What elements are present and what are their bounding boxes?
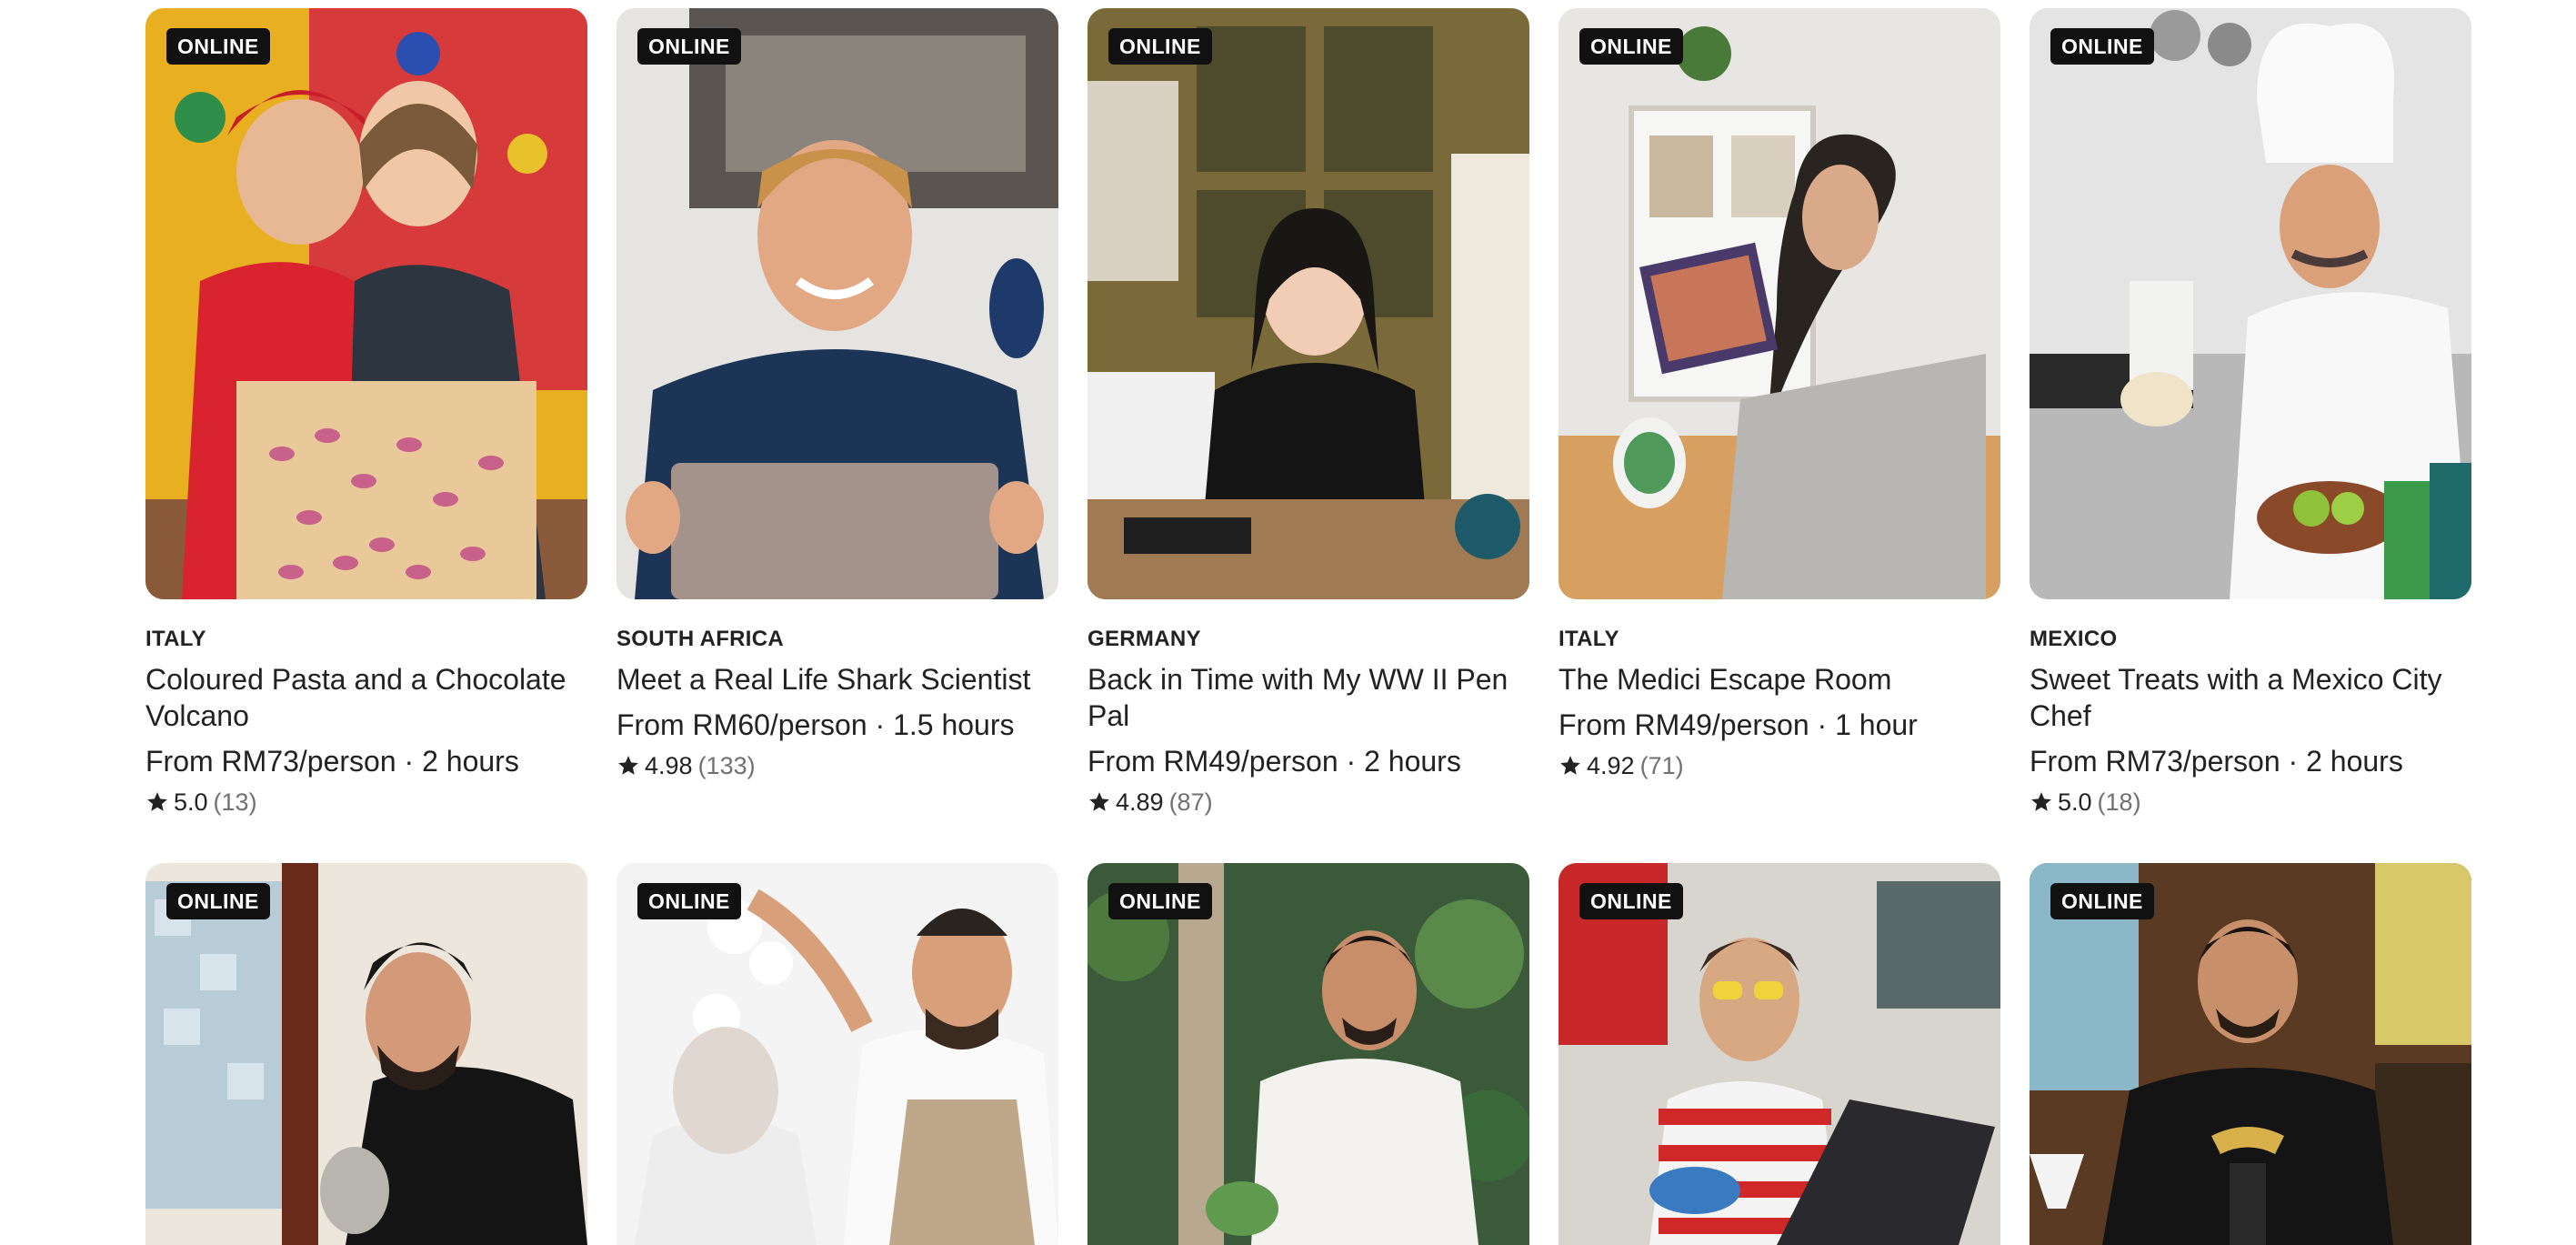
- experience-card[interactable]: ONLINE: [2030, 863, 2471, 1245]
- experience-card[interactable]: ONLINE ITALY The Medici Escape Room From…: [1559, 8, 2000, 818]
- woman-with-painting-image: [1559, 8, 2000, 599]
- experience-title[interactable]: Meet a Real Life Shark Scientist: [616, 661, 1058, 698]
- experience-rating: 5.0 (18): [2030, 787, 2471, 818]
- experience-country: ITALY: [1559, 627, 1619, 651]
- experience-photo[interactable]: ONLINE: [616, 8, 1058, 599]
- star-icon: [1089, 792, 1109, 811]
- star-icon: [1560, 756, 1580, 775]
- experience-card[interactable]: ONLINE MEXICO Sweet Treats with a Mexico…: [2030, 8, 2471, 818]
- review-count: (133): [697, 752, 756, 779]
- experience-price: From RM49/person · 1 hour: [1559, 708, 1918, 741]
- rating-score: 5.0: [174, 788, 208, 816]
- experience-country: SOUTH AFRICA: [616, 627, 785, 651]
- online-badge: ONLINE: [1108, 883, 1212, 919]
- experience-title[interactable]: Back in Time with My WW II Pen Pal: [1088, 661, 1529, 734]
- barista-pour-over-image: [2030, 863, 2471, 1245]
- bakers-with-flour-image: [616, 863, 1058, 1245]
- star-icon: [2031, 792, 2051, 811]
- experience-price: From RM73/person · 2 hours: [145, 745, 519, 778]
- experience-card[interactable]: ONLINE GERMANY Back in Time with My WW I…: [1088, 8, 1529, 818]
- experience-photo[interactable]: ONLINE: [1088, 863, 1529, 1245]
- online-badge: ONLINE: [166, 883, 270, 919]
- experience-rating: 4.98 (133): [616, 750, 1058, 781]
- woman-in-kitchen-image: [1088, 8, 1529, 599]
- experience-title[interactable]: Sweet Treats with a Mexico City Chef: [2030, 661, 2471, 734]
- experience-card[interactable]: ONLINE: [1559, 863, 2000, 1245]
- experience-rating: 4.92 (71): [1559, 750, 2000, 781]
- rating-score: 4.92: [1587, 752, 1635, 779]
- online-badge: ONLINE: [637, 883, 741, 919]
- pasta-chefs-image: [145, 8, 587, 599]
- chef-cooking-image: [2030, 8, 2471, 599]
- review-count: (13): [213, 788, 257, 816]
- experience-country: GERMANY: [1088, 627, 1201, 651]
- experience-photo[interactable]: ONLINE: [1088, 8, 1529, 599]
- review-count: (87): [1168, 788, 1213, 816]
- man-with-laptop-image: [616, 8, 1058, 599]
- online-badge: ONLINE: [2050, 883, 2154, 919]
- man-pouring-coffee-image: [145, 863, 587, 1245]
- experience-card[interactable]: ONLINE: [616, 863, 1058, 1245]
- experience-rating: 5.0 (13): [145, 787, 587, 818]
- experience-title[interactable]: The Medici Escape Room: [1559, 661, 2000, 698]
- experience-card[interactable]: ONLINE ITALY Coloured Pasta and a Chocol…: [145, 8, 587, 818]
- experience-rating: 4.89 (87): [1088, 787, 1529, 818]
- experience-price: From RM73/person · 2 hours: [2030, 745, 2403, 778]
- experience-photo[interactable]: ONLINE: [616, 863, 1058, 1245]
- experience-card[interactable]: ONLINE: [145, 863, 587, 1245]
- online-badge: ONLINE: [166, 28, 270, 65]
- rating-score: 5.0: [2058, 788, 2092, 816]
- rating-score: 4.89: [1116, 788, 1164, 816]
- man-with-laptop-glasses-image: [1559, 863, 2000, 1245]
- experience-price: From RM60/person · 1.5 hours: [616, 708, 1015, 741]
- online-badge: ONLINE: [1579, 28, 1683, 65]
- review-count: (71): [1639, 752, 1684, 779]
- experience-photo[interactable]: ONLINE: [1559, 8, 2000, 599]
- experience-photo[interactable]: ONLINE: [2030, 8, 2471, 599]
- online-badge: ONLINE: [2050, 28, 2154, 65]
- star-icon: [618, 756, 638, 775]
- rating-score: 4.98: [645, 752, 693, 779]
- experience-card[interactable]: ONLINE: [1088, 863, 1529, 1245]
- experience-country: MEXICO: [2030, 627, 2118, 651]
- experience-photo[interactable]: ONLINE: [145, 8, 587, 599]
- experience-price: From RM49/person · 2 hours: [1088, 745, 1461, 778]
- experiences-grid: ONLINE ITALY Coloured Pasta and a Chocol…: [145, 8, 2473, 1245]
- online-badge: ONLINE: [637, 28, 741, 65]
- experience-photo[interactable]: ONLINE: [1559, 863, 2000, 1245]
- man-in-garden-image: [1088, 863, 1529, 1245]
- online-badge: ONLINE: [1108, 28, 1212, 65]
- experience-photo[interactable]: ONLINE: [2030, 863, 2471, 1245]
- star-icon: [147, 792, 167, 811]
- review-count: (18): [2097, 788, 2141, 816]
- experience-card[interactable]: ONLINE SOUTH AFRICA Meet a Real Life Sha…: [616, 8, 1058, 818]
- experience-title[interactable]: Coloured Pasta and a Chocolate Volcano: [145, 661, 587, 734]
- experience-country: ITALY: [145, 627, 206, 651]
- online-badge: ONLINE: [1579, 883, 1683, 919]
- experience-photo[interactable]: ONLINE: [145, 863, 587, 1245]
